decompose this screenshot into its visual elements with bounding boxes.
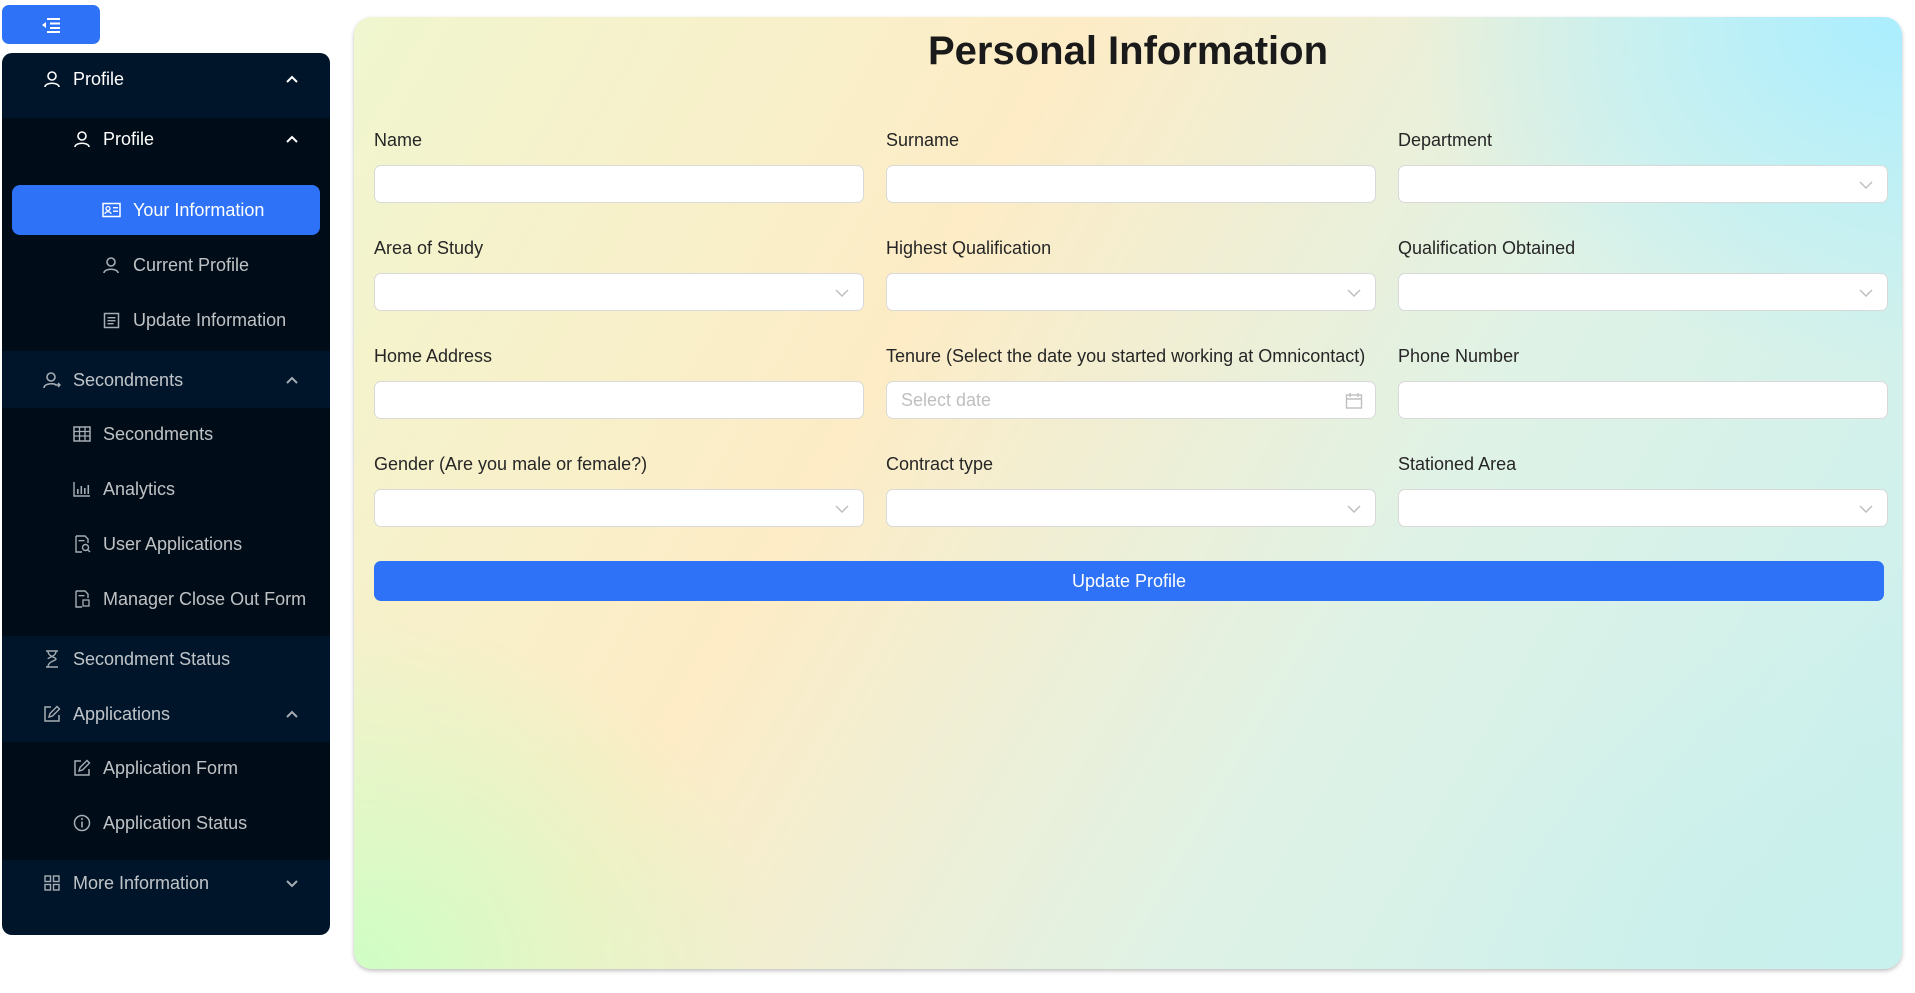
- sidebar-item-label: Secondments: [103, 423, 214, 444]
- sidebar-item-label: Secondment Status: [73, 648, 231, 669]
- gender-label: Gender (Are you male or female?): [374, 454, 648, 474]
- area-of-study-label: Area of Study: [374, 238, 484, 258]
- highest-qualification-label: Highest Qualification: [886, 238, 1052, 258]
- edit-icon: [72, 758, 92, 778]
- phone-number-label: Phone Number: [1398, 346, 1520, 366]
- sidebar-item-analytics[interactable]: Analytics: [2, 464, 330, 514]
- edit-icon: [42, 704, 62, 724]
- sidebar-item-label: Update Information: [133, 309, 287, 330]
- sidebar-subgroup-label: Profile: [103, 128, 155, 149]
- qualification-obtained-select[interactable]: [1398, 273, 1888, 311]
- sidebar-item-secondment-status[interactable]: Secondment Status: [2, 634, 330, 684]
- info-circle-icon: [72, 813, 92, 833]
- gender-select[interactable]: [374, 489, 864, 527]
- sidebar-item-label: Current Profile: [133, 254, 250, 275]
- name-label: Name: [374, 130, 423, 150]
- user-icon: [42, 69, 62, 89]
- sidebar-item-label: Manager Close Out Form: [103, 588, 307, 609]
- chevron-down-icon: [835, 505, 849, 514]
- sidebar-group-label: Profile: [73, 68, 125, 89]
- user-icon: [101, 255, 121, 275]
- name-input[interactable]: [374, 165, 864, 203]
- sidebar: Profile Profile Your Information Current…: [2, 53, 330, 935]
- profile-form-icon: [101, 310, 121, 330]
- sidebar-group-profile[interactable]: Profile: [2, 54, 330, 104]
- sidebar-item-secondments[interactable]: Secondments: [2, 409, 330, 459]
- sidebar-item-label: User Applications: [103, 533, 243, 554]
- file-search-icon: [72, 534, 92, 554]
- sidebar-item-label: Application Form: [103, 757, 239, 778]
- sidebar-item-label: Application Status: [103, 812, 248, 833]
- hourglass-icon: [42, 649, 62, 669]
- department-select[interactable]: [1398, 165, 1888, 203]
- personal-information-panel: Personal Information Name Surname Depart…: [354, 17, 1902, 969]
- sidebar-group-applications[interactable]: Applications: [2, 689, 330, 739]
- sidebar-group-label: Applications: [73, 703, 171, 724]
- user-switch-icon: [42, 370, 62, 390]
- home-address-input[interactable]: [374, 381, 864, 419]
- chevron-down-icon: [1347, 505, 1361, 514]
- calendar-icon: [1345, 393, 1363, 409]
- chevron-up-icon: [286, 376, 298, 384]
- chevron-down-icon: [1859, 289, 1873, 298]
- contract-type-label: Contract type: [886, 454, 994, 474]
- sidebar-group-secondments[interactable]: Secondments: [2, 355, 330, 405]
- sidebar-item-label: Analytics: [103, 478, 176, 499]
- menu-fold-icon: [42, 17, 60, 33]
- tenure-label: Tenure (Select the date you started work…: [886, 346, 1366, 366]
- phone-number-input[interactable]: [1398, 381, 1888, 419]
- sidebar-item-your-information[interactable]: Your Information: [2, 185, 330, 235]
- update-profile-button[interactable]: Update Profile: [374, 561, 1884, 601]
- menu-toggle-button[interactable]: [2, 5, 100, 44]
- sidebar-item-label: Your Information: [133, 199, 265, 220]
- chevron-up-icon: [286, 75, 298, 83]
- sidebar-subgroup-profile[interactable]: Profile: [2, 114, 330, 164]
- sidebar-group-label: More Information: [73, 872, 210, 893]
- sidebar-group-label: Secondments: [73, 369, 184, 390]
- area-of-study-select[interactable]: [374, 273, 864, 311]
- idcard-icon: [101, 200, 121, 220]
- sidebar-group-more-information[interactable]: More Information: [2, 858, 330, 908]
- sidebar-item-application-form[interactable]: Application Form: [2, 743, 330, 793]
- chevron-up-icon: [286, 135, 298, 143]
- department-label: Department: [1398, 130, 1493, 150]
- contract-type-select[interactable]: [886, 489, 1376, 527]
- surname-input[interactable]: [886, 165, 1376, 203]
- sidebar-item-user-applications[interactable]: User Applications: [2, 519, 330, 569]
- tenure-date-picker[interactable]: Select date: [886, 381, 1376, 419]
- home-address-label: Home Address: [374, 346, 493, 366]
- tenure-placeholder: Select date: [901, 389, 992, 410]
- chevron-up-icon: [286, 710, 298, 718]
- stationed-area-select[interactable]: [1398, 489, 1888, 527]
- table-icon: [72, 424, 92, 444]
- chevron-down-icon: [1859, 181, 1873, 190]
- chevron-down-icon: [1859, 505, 1873, 514]
- page-title: Personal Information: [927, 29, 1329, 73]
- surname-label: Surname: [886, 130, 960, 150]
- stationed-area-label: Stationed Area: [1398, 454, 1517, 474]
- chevron-down-icon: [1347, 289, 1361, 298]
- sidebar-item-manager-close-out-form[interactable]: Manager Close Out Form: [2, 574, 330, 624]
- file-protect-icon: [72, 589, 92, 609]
- appstore-icon: [42, 873, 62, 893]
- chevron-down-icon: [835, 289, 849, 298]
- sidebar-item-update-information[interactable]: Update Information: [2, 295, 330, 345]
- sidebar-item-current-profile[interactable]: Current Profile: [2, 240, 330, 290]
- highest-qualification-select[interactable]: [886, 273, 1376, 311]
- qualification-obtained-label: Qualification Obtained: [1398, 238, 1576, 258]
- chevron-down-icon: [286, 880, 298, 888]
- user-icon: [72, 129, 92, 149]
- sidebar-item-application-status[interactable]: Application Status: [2, 798, 330, 848]
- bar-chart-icon: [72, 479, 92, 499]
